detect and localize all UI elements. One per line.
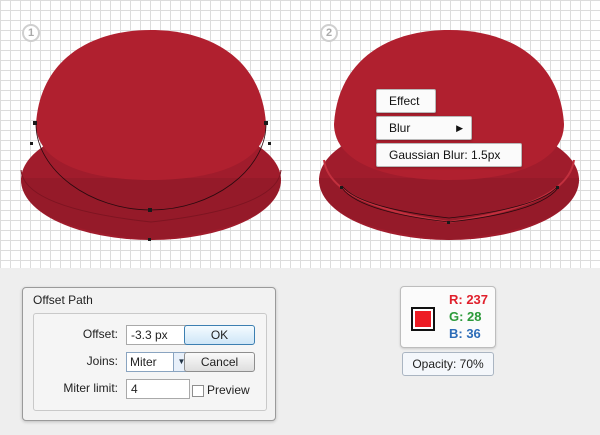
- color-swatch: [415, 311, 431, 327]
- menu-effect-label: Effect: [389, 94, 420, 108]
- color-info-panel: R: 237 G: 28 B: 36: [400, 286, 496, 348]
- miter-limit-label: Miter limit:: [63, 381, 118, 395]
- opacity-value: Opacity: 70%: [402, 352, 494, 376]
- dome-1-body[interactable]: [36, 30, 266, 180]
- dome-1[interactable]: [20, 30, 282, 241]
- menu-gaussian-blur-label: Gaussian Blur: 1.5px: [389, 148, 501, 162]
- preview-checkbox[interactable]: [192, 385, 204, 397]
- miter-limit-input[interactable]: 4: [126, 379, 190, 399]
- menu-blur-label: Blur: [389, 121, 411, 135]
- color-swatch-frame: [411, 307, 435, 331]
- cancel-button[interactable]: Cancel: [184, 352, 255, 372]
- green-value: G: 28: [449, 309, 482, 324]
- blue-value: B: 36: [449, 326, 481, 341]
- artwork-canvas: [20, 30, 579, 241]
- dialog-body: Offset: -3.3 px Joins: Miter ▼ Miter lim…: [33, 313, 267, 411]
- offset-label: Offset:: [82, 327, 118, 341]
- preview-label: Preview: [207, 383, 250, 397]
- joins-select[interactable]: Miter ▼: [126, 352, 190, 372]
- offset-input[interactable]: -3.3 px: [126, 325, 190, 345]
- submenu-arrow-icon: ▶: [456, 123, 463, 133]
- joins-label: Joins:: [86, 354, 118, 368]
- menu-gaussian-blur[interactable]: Gaussian Blur: 1.5px: [376, 143, 522, 167]
- ok-button[interactable]: OK: [184, 325, 255, 345]
- joins-select-value: Miter: [130, 355, 157, 369]
- menu-blur[interactable]: Blur ▶: [376, 116, 472, 140]
- offset-path-dialog: Offset Path Offset: -3.3 px Joins: Miter…: [22, 287, 276, 421]
- menu-effect[interactable]: Effect: [376, 89, 436, 113]
- dialog-title: Offset Path: [33, 293, 93, 307]
- red-value: R: 237: [449, 292, 489, 307]
